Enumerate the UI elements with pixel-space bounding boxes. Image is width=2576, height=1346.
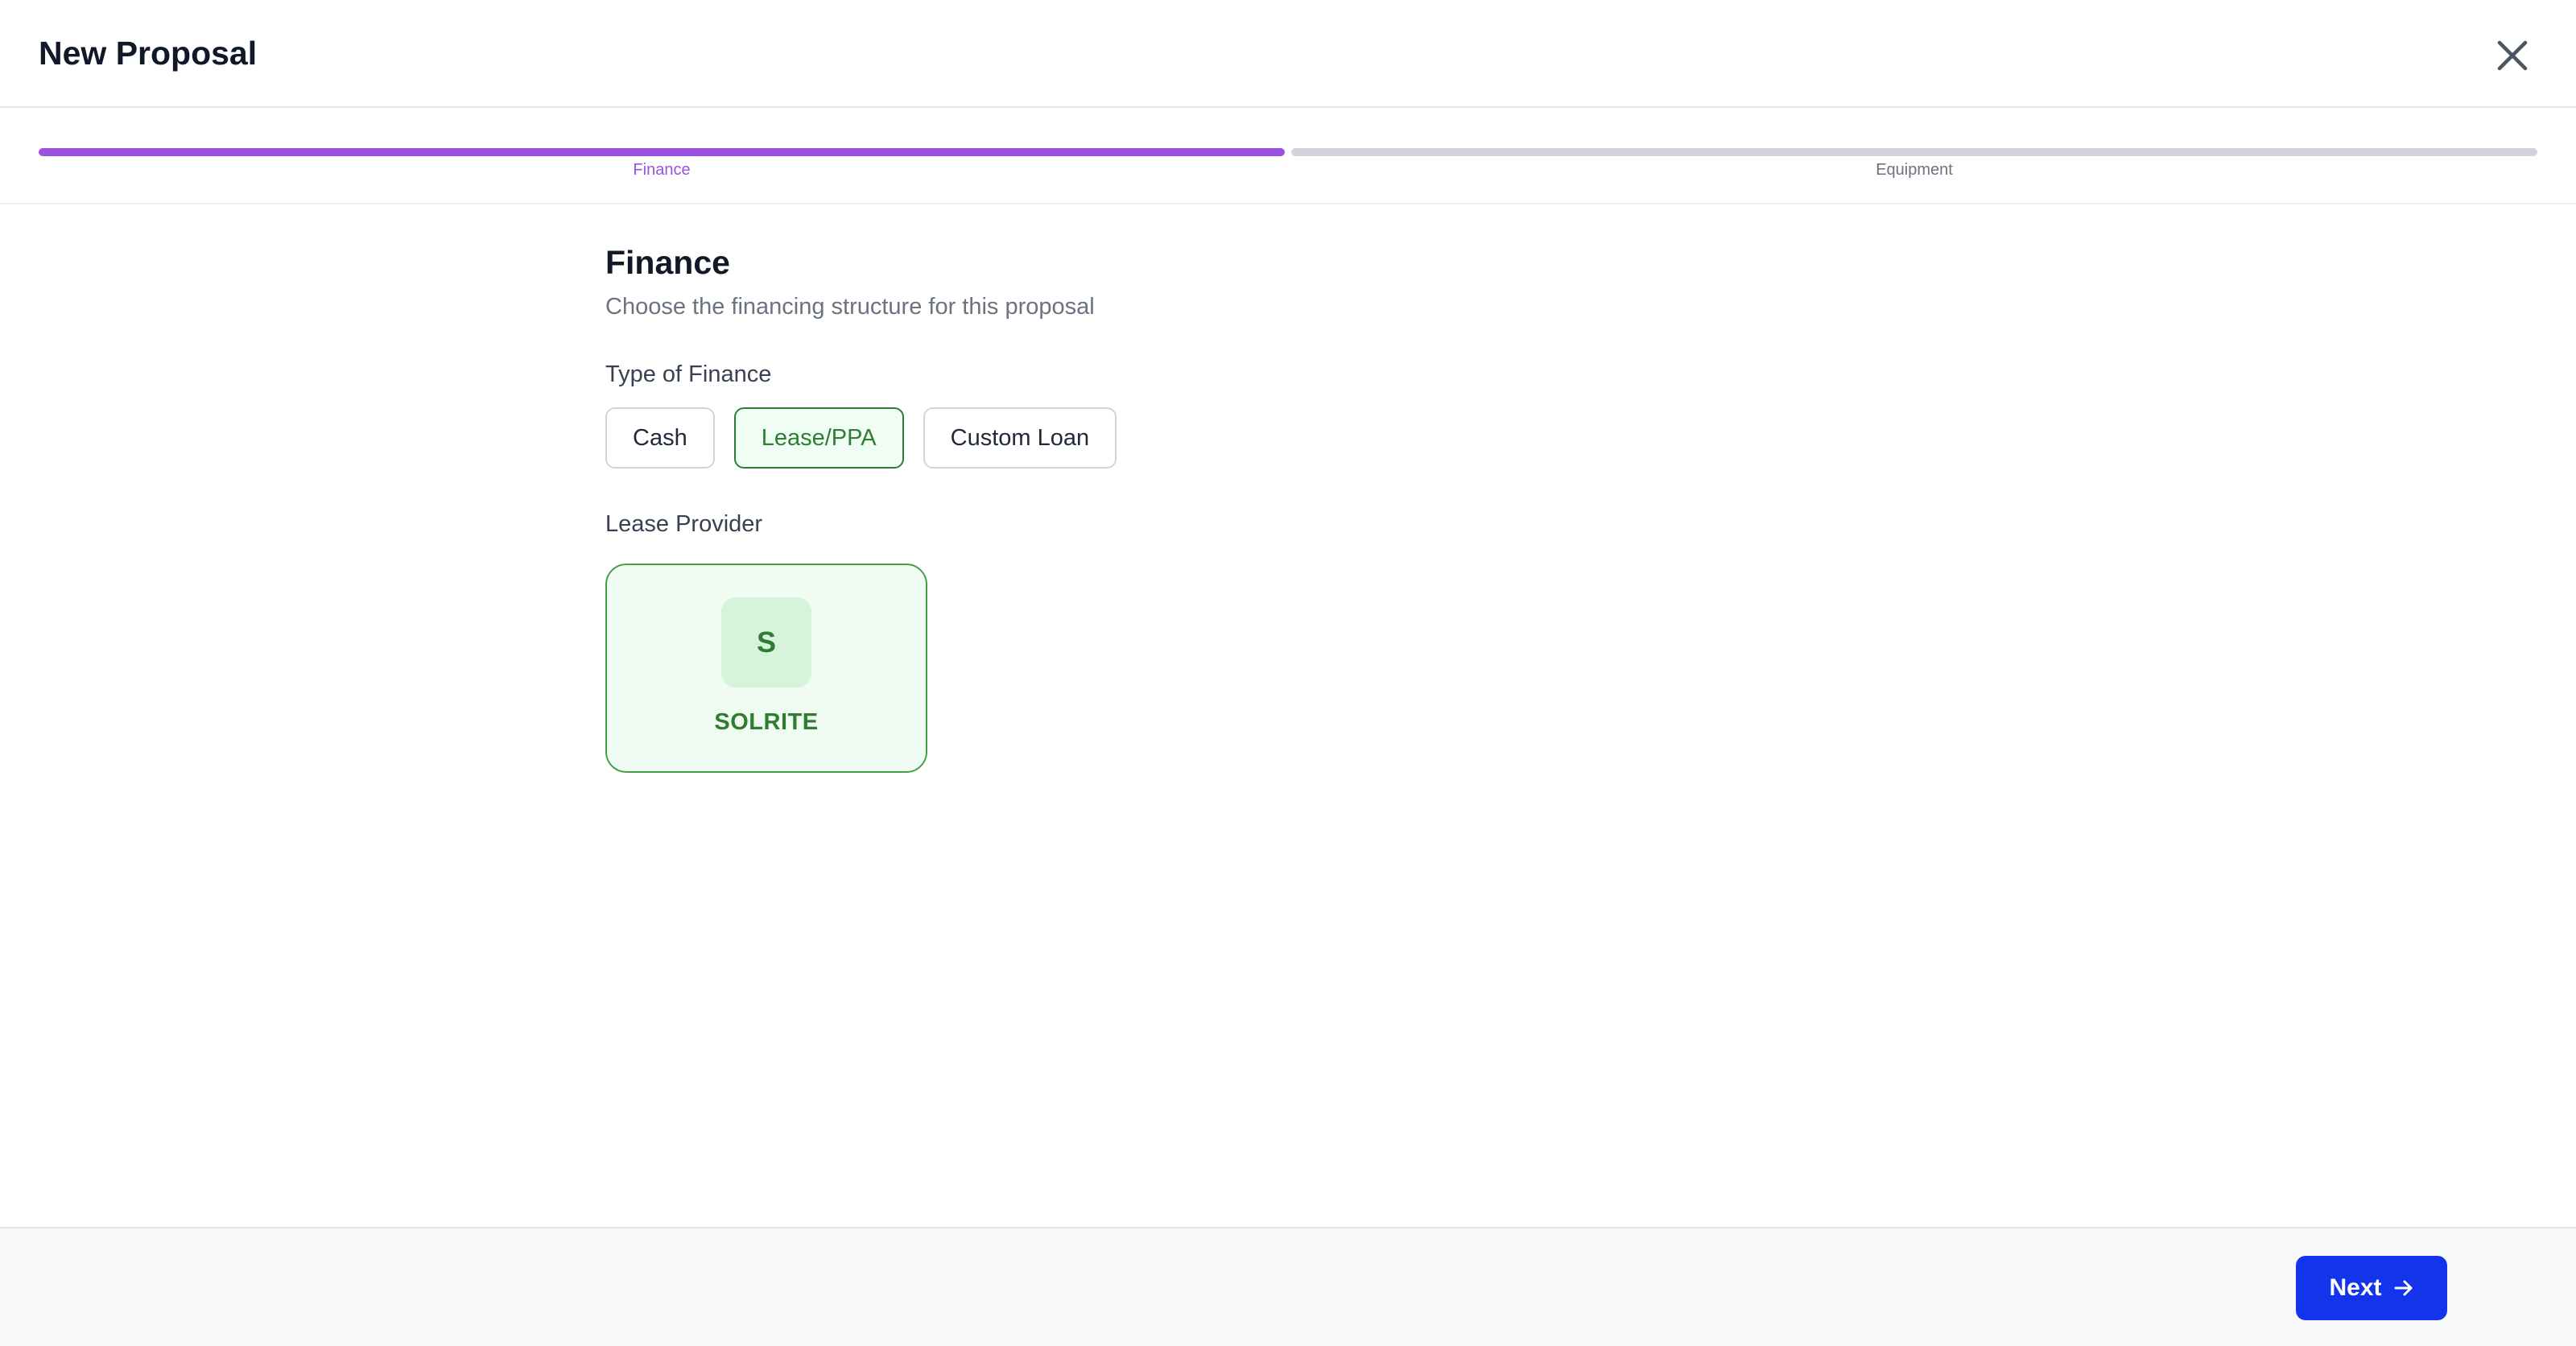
finance-type-lease-ppa-button[interactable]: Lease/PPA <box>733 407 904 469</box>
new-proposal-page: New Proposal Finance Equipment Finance C… <box>0 0 2576 1346</box>
provider-card-solrite[interactable]: S SOLRITE <box>605 564 927 773</box>
step-equipment-label: Equipment <box>1876 161 1953 179</box>
step-finance-bar <box>39 148 1285 156</box>
next-button[interactable]: Next <box>2296 1256 2447 1320</box>
finance-type-custom-loan-button[interactable]: Custom Loan <box>923 407 1117 469</box>
page-title: New Proposal <box>39 35 258 72</box>
finance-section: Finance Choose the financing structure f… <box>605 242 1491 773</box>
step-finance[interactable]: Finance <box>39 148 1285 196</box>
finance-type-label: Type of Finance <box>605 361 772 387</box>
step-equipment[interactable]: Equipment <box>1291 148 2537 196</box>
progress-stepper: Finance Equipment <box>0 109 2576 204</box>
section-subtitle: Choose the financing structure for this … <box>605 294 1095 320</box>
step-equipment-bar <box>1291 148 2537 156</box>
provider-logo: S <box>721 597 811 687</box>
finance-type-options: Cash Lease/PPA Custom Loan <box>605 407 1491 469</box>
close-button[interactable] <box>2487 31 2537 81</box>
arrow-right-icon <box>2394 1280 2413 1296</box>
lease-provider-label: Lease Provider <box>605 511 763 537</box>
provider-name: SOLRITE <box>714 709 819 735</box>
finance-type-cash-button[interactable]: Cash <box>605 407 715 469</box>
modal-footer: Next <box>0 1227 2576 1346</box>
step-finance-label: Finance <box>633 161 691 179</box>
modal-header: New Proposal <box>0 0 2576 108</box>
section-title: Finance <box>605 244 730 281</box>
next-button-label: Next <box>2329 1274 2382 1301</box>
close-icon <box>2497 40 2528 71</box>
